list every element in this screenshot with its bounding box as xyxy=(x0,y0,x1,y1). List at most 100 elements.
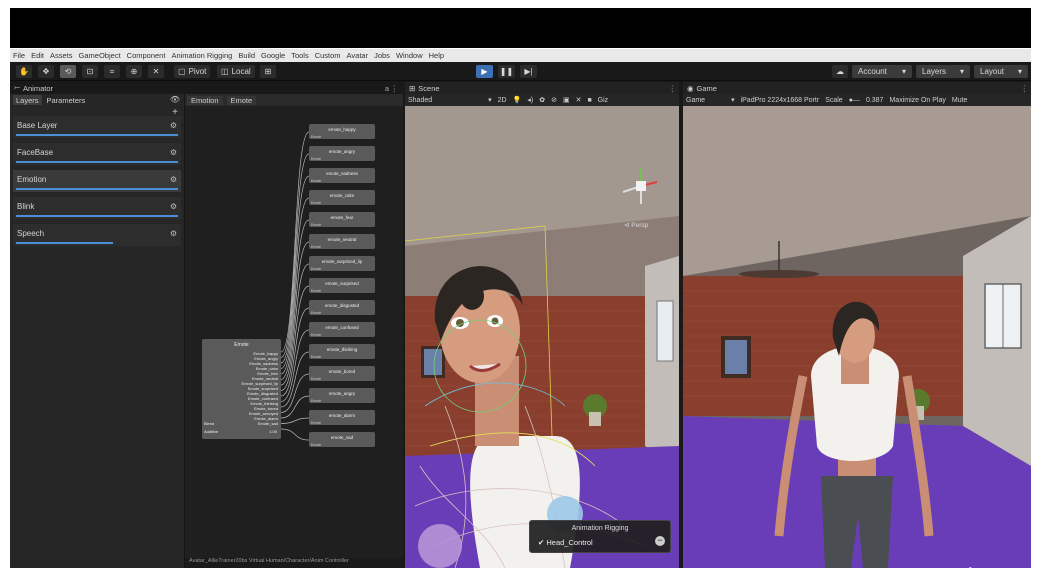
animation-rigging-overlay[interactable]: Animation Rigging ✔ Head_Control − xyxy=(529,520,671,553)
tab-parameters[interactable]: Parameters xyxy=(44,95,89,105)
motion-state-node[interactable]: emote_sad Emote xyxy=(309,432,375,447)
blend-tree-node[interactable]: Emote Emote_happy Emote_angry Emote_sadnes… xyxy=(202,339,281,439)
menu-help[interactable]: Help xyxy=(429,51,444,60)
scene-window: ⊞ Scene ⋮ Shaded ▾ 2D 💡 ◂) ✿ ⊘ ▣ ✕ ■ Giz xyxy=(405,82,679,568)
rect-tool-icon[interactable]: ⌗ xyxy=(104,65,120,78)
game-tab[interactable]: ◉ Game ⋮ xyxy=(683,82,1031,94)
menu-avatar[interactable]: Avatar xyxy=(347,51,369,60)
layer-speech[interactable]: Speech ⚙ xyxy=(13,224,181,246)
layer-weight-bar xyxy=(16,242,114,244)
animator-icon: ⤚ xyxy=(14,83,20,92)
visibility-icon[interactable]: ⊘ xyxy=(551,96,557,104)
shading-dropdown[interactable]: Shaded xyxy=(408,97,432,104)
motion-state-node[interactable]: emote_surprised_lip Emote xyxy=(309,256,375,271)
motion-state-node[interactable]: emote_confused Emote xyxy=(309,322,375,337)
lock-icon[interactable]: a xyxy=(385,84,389,93)
gear-icon[interactable]: ⚙ xyxy=(170,175,177,184)
scale-tool-icon[interactable]: ⊡ xyxy=(82,65,98,78)
rig-item-head-control[interactable]: ✔ Head_Control xyxy=(538,538,593,547)
layer-emotion[interactable]: Emotion ⚙ xyxy=(13,170,181,192)
motion-state-node[interactable]: emote_disgusted Emote xyxy=(309,300,375,315)
gizmo-icon[interactable]: ■ xyxy=(587,97,591,104)
layer-blink[interactable]: Blink ⚙ xyxy=(13,197,181,219)
state-label: emote_surprised_lip xyxy=(321,259,363,264)
blend-value[interactable]: 1.00 xyxy=(269,429,277,434)
remove-icon[interactable]: − xyxy=(655,536,665,546)
account-dropdown[interactable]: Account ▾ xyxy=(852,65,912,78)
motion-state-node[interactable]: emote_fear Emote xyxy=(309,212,375,227)
move-tool-icon[interactable]: ✥ xyxy=(38,65,54,78)
gear-icon[interactable]: ⚙ xyxy=(170,148,177,157)
menu-component[interactable]: Component xyxy=(127,51,166,60)
layer-base[interactable]: Base Layer ⚙ xyxy=(13,116,181,138)
menu-google[interactable]: Google xyxy=(261,51,285,60)
motion-state-node[interactable]: emote_happy Emote xyxy=(309,124,375,139)
motion-state-node[interactable]: emote_surprised Emote xyxy=(309,278,375,293)
layers-pane: Layers Parameters 👁 + Base Layer ⚙ FaceB… xyxy=(10,94,185,568)
more-icon[interactable]: ⋮ xyxy=(1021,84,1029,93)
rotate-tool-icon[interactable]: ⟲ xyxy=(60,65,76,78)
menu-animation-rigging[interactable]: Animation Rigging xyxy=(171,51,232,60)
menu-assets[interactable]: Assets xyxy=(50,51,73,60)
menu-window[interactable]: Window xyxy=(396,51,423,60)
gear-icon[interactable]: ⚙ xyxy=(170,202,177,211)
gizmos-dropdown[interactable]: Giz xyxy=(598,97,609,104)
motion-state-node[interactable]: emote_thinking Emote xyxy=(309,344,375,359)
mute-toggle[interactable]: Mute xyxy=(952,97,968,104)
transition-wire xyxy=(280,417,310,424)
custom-tool-icon[interactable]: ✕ xyxy=(148,65,164,78)
play-button[interactable]: ▶ xyxy=(476,65,493,78)
animator-tab[interactable]: ⤚ Animator a ⋮ xyxy=(10,82,403,94)
tools-icon[interactable]: ✕ xyxy=(576,96,582,104)
layout-dropdown[interactable]: Layout ▾ xyxy=(974,65,1028,78)
motion-state-node[interactable]: emote_angry Emote xyxy=(309,388,375,403)
menu-tools[interactable]: Tools xyxy=(291,51,309,60)
cloud-icon[interactable]: ☁ xyxy=(832,65,848,78)
scene-viewport[interactable]: ⊲ Persp Animation Rigging ✔ Head_Control… xyxy=(405,106,679,568)
motion-state-node[interactable]: emote_bored Emote xyxy=(309,366,375,381)
rig-item-label: Head_Control xyxy=(546,538,593,547)
motion-state-node[interactable]: emote_calm Emote xyxy=(309,190,375,205)
eye-icon[interactable]: 👁 xyxy=(170,95,180,104)
animator-graph[interactable]: Emotion Emote Emote Emote_happy Emote_ang… xyxy=(185,94,403,568)
layer-facebase[interactable]: FaceBase ⚙ xyxy=(13,143,181,165)
state-tag: Emote xyxy=(311,223,322,227)
more-icon[interactable]: ⋮ xyxy=(391,84,399,93)
menu-build[interactable]: Build xyxy=(238,51,255,60)
tab-layers[interactable]: Layers xyxy=(13,95,42,105)
state-tag: Emote xyxy=(311,355,322,359)
camera-icon[interactable]: ▣ xyxy=(563,96,570,104)
layers-dropdown[interactable]: Layers ▾ xyxy=(916,65,970,78)
maximize-on-play-toggle[interactable]: Maximize On Play xyxy=(889,97,945,104)
motion-state-node[interactable]: emote_alarm Emote xyxy=(309,410,375,425)
motion-state-node[interactable]: emote_angry Emote xyxy=(309,146,375,161)
menu-gameobject[interactable]: GameObject xyxy=(79,51,121,60)
transform-tool-icon[interactable]: ⊕ xyxy=(126,65,142,78)
gear-icon[interactable]: ⚙ xyxy=(170,229,177,238)
light-icon[interactable]: 💡 xyxy=(513,96,522,104)
state-label: emote_sadness xyxy=(326,171,358,176)
game-viewport[interactable]: ∞ twentybn xyxy=(683,106,1031,568)
gear-icon[interactable]: ⚙ xyxy=(170,121,177,130)
step-button[interactable]: ▶| xyxy=(520,65,537,78)
display-dropdown[interactable]: Game xyxy=(686,97,705,104)
motion-state-node[interactable]: emote_sadness Emote xyxy=(309,168,375,183)
pause-button[interactable]: ❚❚ xyxy=(498,65,515,78)
mode-2d-toggle[interactable]: 2D xyxy=(498,97,507,104)
motion-state-node[interactable]: emote_neutral Emote xyxy=(309,234,375,249)
more-icon[interactable]: ⋮ xyxy=(669,84,677,93)
audio-icon[interactable]: ◂) xyxy=(527,96,533,104)
menu-jobs[interactable]: Jobs xyxy=(374,51,390,60)
effects-icon[interactable]: ✿ xyxy=(539,96,545,104)
pivot-toggle[interactable]: ▢ Pivot xyxy=(174,65,211,78)
menu-file[interactable]: File xyxy=(13,51,25,60)
scene-tab[interactable]: ⊞ Scene ⋮ xyxy=(405,82,679,94)
local-toggle[interactable]: ◫ Local xyxy=(217,65,255,78)
resolution-dropdown[interactable]: iPadPro 2224x1668 Portr xyxy=(741,97,820,104)
snap-icon[interactable]: ⊞ xyxy=(260,65,276,78)
menu-custom[interactable]: Custom xyxy=(315,51,341,60)
scale-slider-icon[interactable]: ●— xyxy=(849,97,860,104)
persp-label[interactable]: ⊲ Persp xyxy=(624,221,648,229)
hand-tool-icon[interactable]: ✋ xyxy=(16,65,32,78)
menu-edit[interactable]: Edit xyxy=(31,51,44,60)
